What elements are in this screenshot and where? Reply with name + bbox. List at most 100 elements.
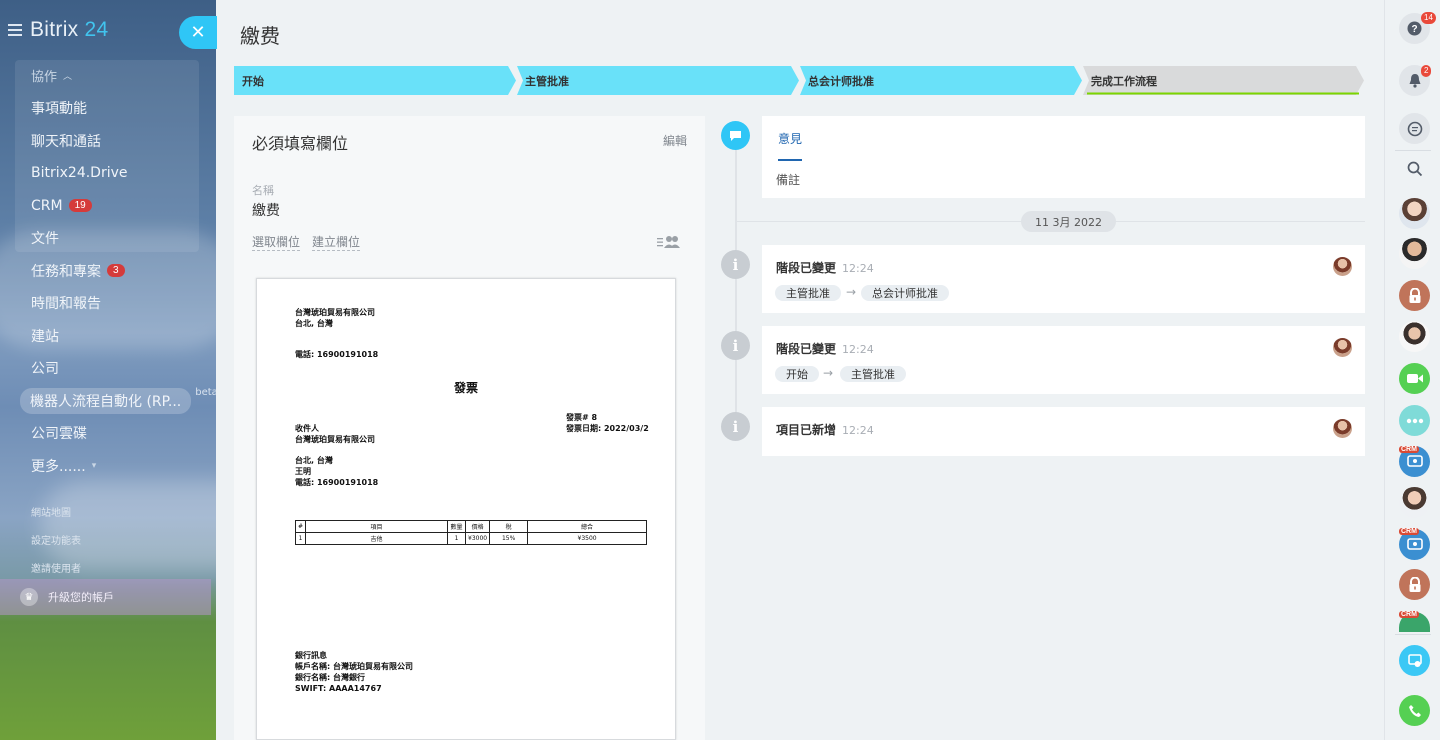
sidebar-item-company[interactable]: 公司	[31, 352, 216, 385]
avatar[interactable]	[1399, 487, 1430, 518]
avatar[interactable]	[1399, 238, 1430, 269]
doc-recipient-label: 收件人	[295, 424, 319, 433]
sidebar-group-header[interactable]: 協作 ︿	[31, 64, 216, 86]
sky-cloud-decoration	[40, 480, 216, 570]
notification-count-badge: 2	[1421, 65, 1432, 77]
stage-manager-approval[interactable]: 主管批准	[517, 66, 799, 95]
close-slider-button[interactable]: ✕	[179, 16, 217, 49]
table-row: 1 吉他 1 ¥3000 15% ¥3500	[294, 532, 647, 545]
crm-tag: CRM	[1399, 611, 1419, 618]
chat-list-icon[interactable]	[1399, 113, 1430, 144]
note-input[interactable]: 備註	[776, 171, 800, 188]
upgrade-account-button[interactable]: ♛ 升級您的帳戶	[0, 579, 211, 615]
invite-users-link[interactable]: 邀請使用者	[31, 560, 81, 575]
stage-start[interactable]: 开始	[234, 66, 516, 95]
divider	[1395, 150, 1431, 151]
stage-shape	[234, 66, 516, 95]
doc-bank-label: 銀行訊息	[295, 651, 327, 660]
table-header-row: # 項目 數量 價格 稅 總合	[294, 520, 647, 533]
col-header: 總合	[527, 520, 647, 533]
comment-editor-card: 意見 備註	[762, 116, 1365, 198]
timeline-event-card: 項目已新增 12:24	[762, 407, 1365, 456]
event-time: 12:24	[842, 262, 874, 275]
menu-icon[interactable]	[8, 24, 22, 36]
sidebar-item-chat[interactable]: 聊天和通話	[31, 125, 216, 158]
sidebar-item-time-reports[interactable]: 時間和報告	[31, 287, 216, 320]
crm-tag: CRM	[1399, 446, 1419, 453]
avatar[interactable]	[1399, 198, 1430, 229]
avatar[interactable]	[1333, 419, 1352, 438]
col-header: 數量	[447, 520, 467, 533]
stage-complete-workflow[interactable]: 完成工作流程	[1083, 66, 1364, 95]
workflow-stages: 开始 主管批准 总会计师批准 完成工作流程	[234, 66, 1364, 95]
right-panel: ? 14 2 CRM CRM CRM	[1384, 0, 1440, 740]
event-title: 項目已新增 12:24	[776, 423, 874, 437]
avatar[interactable]	[1333, 257, 1352, 276]
arrow-right-icon: →	[823, 366, 834, 380]
logo[interactable]: Bitrix 24	[30, 18, 108, 42]
doc-invoice-date: 發票日期: 2022/03/2	[566, 424, 649, 433]
beta-label: beta	[195, 387, 216, 399]
search-icon[interactable]	[1399, 153, 1430, 184]
table-cell: 吉他	[305, 532, 449, 545]
close-icon: ✕	[190, 22, 206, 43]
event-time: 12:24	[842, 343, 874, 356]
group-chat-avatar[interactable]	[1399, 321, 1430, 352]
page-title: 繳费	[240, 24, 280, 48]
select-field-link[interactable]: 選取欄位	[252, 233, 301, 251]
lock-icon[interactable]	[1399, 280, 1430, 311]
timeline-event-card: 階段已變更 12:24 开始 → 主管批准	[762, 326, 1365, 394]
edit-link[interactable]: 編輯	[663, 132, 687, 149]
doc-recipient-phone: 電話: 16900191018	[295, 478, 379, 487]
phone-icon[interactable]	[1399, 695, 1430, 726]
crm-tag: CRM	[1399, 528, 1419, 535]
date-badge: 11 3月 2022	[1021, 211, 1116, 232]
left-sidebar: Bitrix 24 協作 ︿ 事項動能 聊天和通話 Bitrix24.Drive C…	[0, 0, 216, 740]
configure-menu-link[interactable]: 設定功能表	[31, 532, 81, 547]
invoice-preview[interactable]: 台灣琥珀貿易有限公司 台北, 台灣 電話: 16900191018 發票 發票#…	[256, 278, 676, 740]
sidebar-item-documents[interactable]: 文件	[31, 222, 216, 255]
required-fields-card: 必須填寫欄位 編輯 名稱 繳费 選取欄位 建立欄位 台灣琥珀貿易有限公司 台北,…	[234, 116, 705, 740]
name-field-label: 名稱	[252, 184, 274, 197]
event-title: 階段已變更 12:24	[776, 261, 874, 275]
video-call-icon[interactable]	[1399, 363, 1430, 394]
col-header: #	[294, 520, 307, 533]
sidebar-item-activity-stream[interactable]: 事項動能	[31, 92, 216, 125]
arrow-right-icon: →	[846, 285, 857, 299]
sitemap-link[interactable]: 網站地圖	[31, 504, 71, 519]
table-cell: 15%	[489, 532, 529, 545]
field-settings-icon[interactable]	[657, 234, 681, 253]
col-header: 項目	[305, 520, 449, 533]
open-channel-icon[interactable]	[1399, 405, 1430, 436]
timeline-line	[735, 140, 737, 440]
doc-recipient-name: 王明	[295, 467, 311, 476]
sidebar-item-drive[interactable]: Bitrix24.Drive	[31, 157, 216, 190]
doc-company: 台灣琥珀貿易有限公司	[295, 308, 375, 317]
divider	[1395, 634, 1431, 635]
lock-icon[interactable]	[1399, 569, 1430, 600]
event-time: 12:24	[842, 424, 874, 437]
sidebar-item-crm[interactable]: CRM 19	[31, 190, 216, 223]
stage-chief-accountant-approval[interactable]: 总会计师批准	[800, 66, 1082, 95]
table-cell: 1	[447, 532, 467, 545]
doc-company-city: 台北, 台灣	[295, 319, 333, 328]
comment-icon	[721, 121, 750, 150]
upgrade-label: 升級您的帳戶	[48, 591, 114, 604]
help-count-badge: 14	[1421, 12, 1436, 24]
info-icon: i	[721, 250, 750, 279]
stage-to-pill: 总会计师批准	[861, 285, 949, 301]
sidebar-item-tasks[interactable]: 任務和專案 3	[31, 255, 216, 288]
sidebar-item-rpa[interactable]: 機器人流程自動化 (RP... beta	[20, 385, 216, 418]
tab-comment[interactable]: 意見	[778, 130, 803, 161]
name-field-value: 繳费	[252, 203, 280, 219]
avatar[interactable]	[1333, 338, 1352, 357]
sidebar-item-more[interactable]: 更多...... ▾	[31, 450, 216, 483]
sidebar-item-company-drive[interactable]: 公司雲碟	[31, 417, 216, 450]
sidebar-item-sites[interactable]: 建站	[31, 320, 216, 353]
screen-share-icon[interactable]	[1399, 645, 1430, 676]
create-field-link[interactable]: 建立欄位	[312, 233, 361, 251]
chevron-down-icon: ▾	[91, 460, 97, 471]
info-icon: i	[721, 412, 750, 441]
doc-recipient-city: 台北, 台灣	[295, 456, 333, 465]
invoice-items-table: # 項目 數量 價格 稅 總合 1 吉他 1 ¥3000 15% ¥3500	[294, 520, 647, 545]
